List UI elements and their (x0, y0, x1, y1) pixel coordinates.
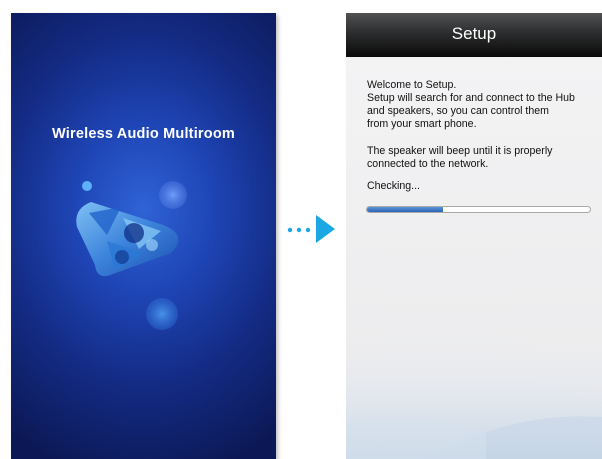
page-title: Setup (451, 24, 497, 43)
text-line: Setup will search for and connect to the… (367, 92, 575, 104)
beep-paragraph: The speaker will beep until it is proper… (367, 145, 599, 171)
setup-content: Welcome to Setup. Setup will search for … (367, 79, 599, 193)
progress-bar (366, 206, 591, 213)
play-triangle-logo-icon (76, 181, 187, 330)
splash-screen: Wireless Audio Multiroom (11, 13, 276, 459)
setup-screen: Setup Welcome to Setup. Setup will searc… (346, 13, 602, 459)
text-line: The speaker will beep until it is proper… (367, 145, 553, 157)
header-bar: Setup (346, 13, 602, 57)
text-line: from your smart phone. (367, 118, 477, 130)
text-line: Welcome to Setup. (367, 79, 457, 91)
status-text: Checking... (367, 180, 420, 192)
text-line: connected to the network. (367, 158, 489, 170)
welcome-paragraph: Welcome to Setup. Setup will search for … (367, 79, 599, 131)
progress-fill (367, 207, 443, 212)
dotted-arrow-right-icon (287, 215, 335, 243)
text-line: and speakers, so you can control them (367, 105, 549, 117)
